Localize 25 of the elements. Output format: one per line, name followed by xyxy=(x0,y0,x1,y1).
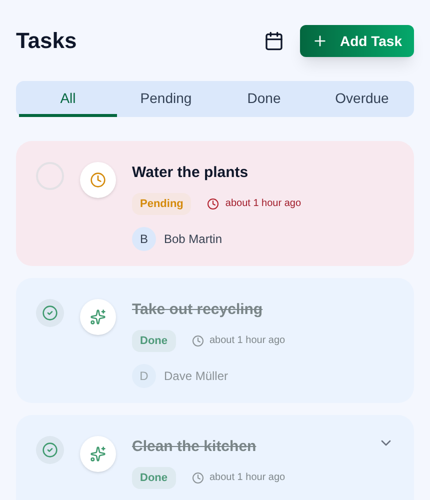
check-circle-icon xyxy=(42,305,58,321)
filter-tab[interactable]: Overdue xyxy=(313,81,411,117)
avatar: B xyxy=(132,227,156,251)
check-circle-icon xyxy=(42,442,58,458)
task-checkbox[interactable] xyxy=(36,436,64,464)
task-card[interactable]: Water the plants Pending about 1 hour ago B Bob Martin xyxy=(16,141,414,266)
status-badge: Done xyxy=(132,330,176,352)
page-title: Tasks xyxy=(16,27,77,55)
calendar-icon[interactable] xyxy=(264,30,284,50)
task-title: Clean the kitchen xyxy=(132,437,258,457)
due-time: about 1 hour ago xyxy=(210,471,286,486)
filter-tab[interactable]: Done xyxy=(215,81,313,117)
due-time: about 1 hour ago xyxy=(210,334,286,348)
task-title: Take out recycling xyxy=(132,300,264,320)
avatar: D xyxy=(132,364,156,388)
assignee-name: Dave Müller xyxy=(164,368,228,385)
task-title: Water the plants xyxy=(132,163,250,183)
filter-tab[interactable]: All xyxy=(19,81,117,117)
due-time: about 1 hour ago xyxy=(225,197,302,212)
add-task-button[interactable]: Add Task xyxy=(300,24,414,56)
status-badge: Pending xyxy=(132,192,192,215)
filter-tab[interactable]: Pending xyxy=(117,81,215,117)
task-checkbox[interactable] xyxy=(36,299,64,327)
status-badge: Done xyxy=(132,466,176,489)
assignee-name: Bob Martin xyxy=(164,231,222,248)
